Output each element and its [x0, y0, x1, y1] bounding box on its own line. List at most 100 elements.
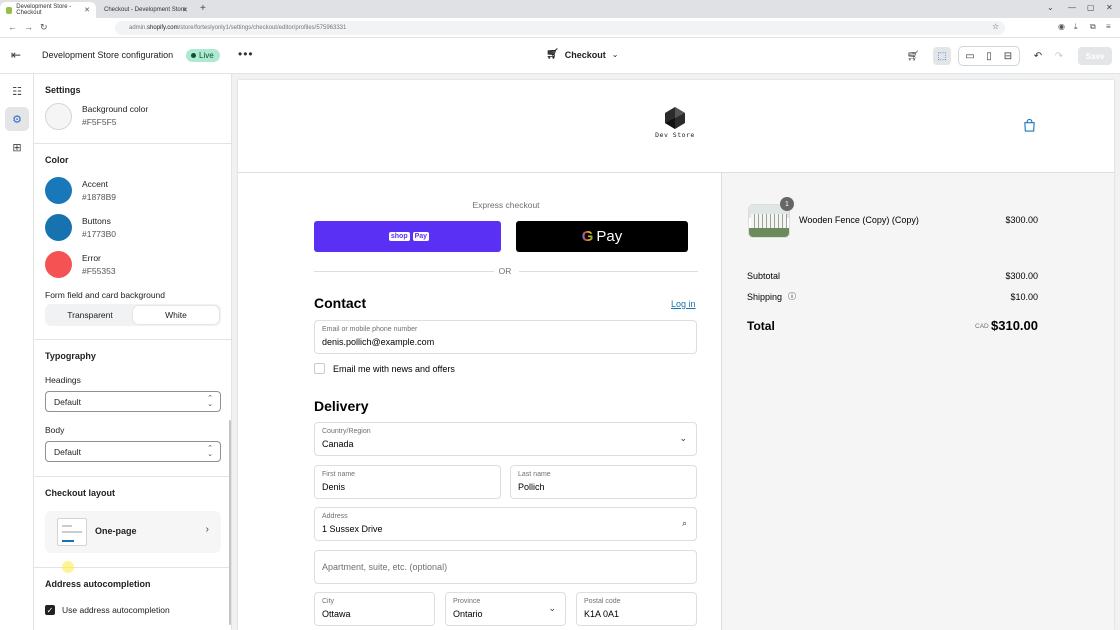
checkout-preview: Dev Store 1 Wooden Fence (Copy) (Copy) $…	[238, 80, 1114, 630]
minimize-icon[interactable]: —	[1068, 3, 1076, 12]
news-offers-checkbox[interactable]	[314, 363, 325, 374]
editor-top-bar: ⇤ Development Store configuration Live •…	[0, 38, 1120, 74]
browser-tab-title: Development Store - Checkout	[16, 4, 72, 16]
url-input[interactable]: admin. shopify.com/store/forteslyonly1/se…	[115, 21, 1005, 35]
divider	[34, 143, 231, 144]
buttons-color-swatch[interactable]	[45, 214, 72, 241]
form-background-transparent[interactable]: Transparent	[47, 306, 133, 324]
body-font-select[interactable]: Default ⌃ ⌄	[45, 441, 221, 462]
first-name-value: Denis	[322, 482, 346, 492]
new-tab-button[interactable]: +	[200, 3, 206, 14]
background-color-value: #F5F5F5	[82, 117, 117, 127]
divider	[314, 271, 494, 272]
delivery-title: Delivery	[314, 398, 369, 414]
error-color-value: #F55353	[82, 266, 116, 276]
close-tab-icon[interactable]: ✕	[182, 6, 188, 14]
browser-tab[interactable]: Checkout - Development Store ✕	[98, 2, 194, 18]
shop-pay-wordmark: shop	[388, 232, 410, 241]
country-label: Country/Region	[322, 428, 371, 435]
more-icon[interactable]: •••	[238, 47, 254, 61]
chevron-down-icon: ⌄	[679, 433, 687, 443]
chevron-down-icon: ⌄	[548, 603, 556, 613]
body-label: Body	[45, 425, 65, 435]
shipping-value: $10.00	[1010, 292, 1038, 302]
settings-scrollbar[interactable]	[229, 420, 231, 625]
error-color-label: Error	[82, 253, 101, 263]
log-in-link[interactable]: Log in	[671, 299, 696, 309]
apartment-field[interactable]: Apartment, suite, etc. (optional)	[314, 550, 697, 584]
divider	[34, 339, 231, 340]
chevron-down-icon[interactable]: ⌄	[1047, 3, 1054, 12]
address-value: 1 Sussex Drive	[322, 524, 383, 534]
save-button[interactable]: Save	[1078, 47, 1112, 65]
background-color-swatch[interactable]	[45, 103, 72, 130]
total-value: $310.00	[991, 318, 1038, 333]
cursor-highlight	[62, 561, 74, 573]
extensions-icon[interactable]: ⧉	[1090, 22, 1096, 32]
postal-code-field[interactable]: Postal code K1A 0A1	[576, 592, 697, 626]
accent-color-swatch[interactable]	[45, 177, 72, 204]
address-label: Address	[322, 513, 348, 520]
exit-icon[interactable]: ⇤	[11, 48, 21, 62]
shop-pay-button[interactable]: shop Pay	[314, 221, 501, 252]
one-page-layout-icon	[57, 518, 87, 546]
shop-pay-badge: Pay	[412, 232, 430, 241]
form-background-white[interactable]: White	[133, 306, 219, 324]
headings-font-select[interactable]: Default ⌃ ⌄	[45, 391, 221, 412]
address-autocompletion-heading: Address autocompletion	[45, 579, 151, 589]
cart-preview-icon[interactable]: 🛒︎	[904, 47, 922, 65]
browser-tab-active[interactable]: Development Store - Checkout ✕	[0, 2, 96, 18]
subtotal-value: $300.00	[1005, 271, 1038, 281]
city-label: City	[322, 598, 335, 605]
store-configuration-title: Development Store configuration	[42, 50, 174, 60]
first-name-field[interactable]: First name Denis	[314, 465, 501, 499]
city-field[interactable]: City Ottawa	[314, 592, 435, 626]
express-checkout-label: Express checkout	[472, 200, 540, 210]
reload-icon[interactable]: ↻	[40, 22, 48, 33]
store-header: Dev Store	[238, 80, 1114, 173]
error-color-swatch[interactable]	[45, 251, 72, 278]
province-value: Ontario	[453, 609, 483, 619]
maximize-icon[interactable]: ▢	[1087, 3, 1095, 12]
page-selector[interactable]: 🛒︎ Checkout ⌄	[546, 49, 618, 60]
google-pay-label: Pay	[596, 228, 623, 245]
forward-icon[interactable]: →	[24, 22, 33, 32]
inspector-icon[interactable]: ⬚	[933, 47, 951, 65]
mobile-icon[interactable]: ▯	[980, 47, 998, 65]
fullscreen-icon[interactable]: ⊟	[999, 47, 1017, 65]
desktop-icon[interactable]: ▭	[961, 47, 979, 65]
store-logo-icon	[665, 107, 685, 129]
address-autocompletion-checkbox[interactable]: ✓	[45, 605, 55, 615]
news-offers-label: Email me with news and offers	[333, 364, 455, 374]
last-name-field[interactable]: Last name Pollich	[510, 465, 697, 499]
back-icon[interactable]: ←	[8, 22, 17, 32]
contact-title: Contact	[314, 295, 367, 311]
currency-code: CAD	[975, 323, 989, 330]
close-window-icon[interactable]: ✕	[1106, 3, 1113, 12]
sections-icon[interactable]: ☷	[5, 79, 29, 103]
status-badge: Live	[186, 49, 220, 62]
bookmark-star-icon[interactable]: ☆	[992, 22, 999, 31]
checkout-layout-card[interactable]: One-page ›	[45, 511, 221, 553]
province-select[interactable]: Province Ontario ⌄	[445, 592, 566, 626]
redo-icon[interactable]: ↷	[1050, 47, 1068, 65]
close-tab-icon[interactable]: ✕	[84, 6, 90, 14]
headings-label: Headings	[45, 375, 81, 385]
apps-icon[interactable]: ⊞	[5, 135, 29, 159]
subtotal-label: Subtotal	[747, 271, 781, 281]
download-icon[interactable]: ⤓	[1074, 22, 1078, 32]
browser-menu-icon[interactable]: ≡	[1106, 22, 1111, 31]
country-select[interactable]: Country/Region Canada ⌄	[314, 422, 697, 456]
profile-icon[interactable]: ◉	[1058, 22, 1065, 31]
help-icon[interactable]: ⓘ	[788, 291, 796, 302]
select-arrows-icon: ⌃ ⌄	[207, 445, 213, 458]
bag-icon[interactable]	[1023, 119, 1036, 132]
total-label: Total	[747, 319, 775, 333]
settings-gear-icon[interactable]: ⚙	[5, 107, 29, 131]
address-field[interactable]: Address 1 Sussex Drive ⌕	[314, 507, 697, 541]
country-value: Canada	[322, 439, 354, 449]
email-field[interactable]: Email or mobile phone number denis.polli…	[314, 320, 697, 354]
google-pay-button[interactable]: G Pay	[516, 221, 688, 252]
undo-icon[interactable]: ↶	[1029, 47, 1047, 65]
apartment-placeholder: Apartment, suite, etc. (optional)	[322, 562, 448, 572]
